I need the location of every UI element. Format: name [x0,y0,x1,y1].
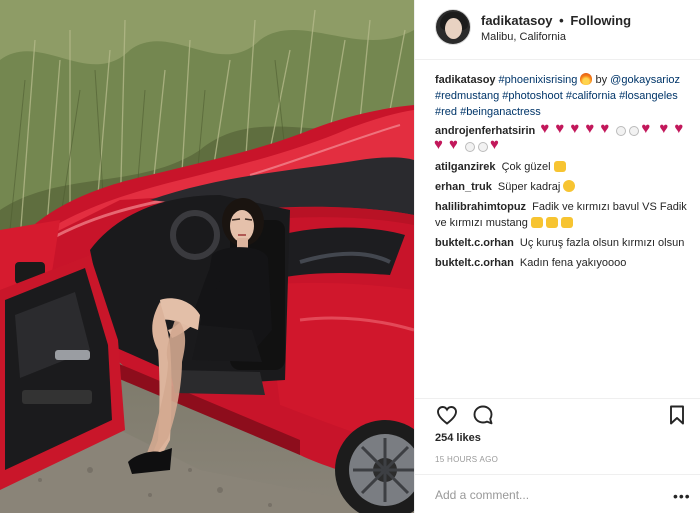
comment-text: Uç kuruş fazla olsun kırmızı olsun [519,237,685,249]
comment-item: atilganzirek Çok güzel [435,159,691,175]
heart-emoji-icon [434,137,447,153]
add-comment-bar: ••• [415,474,700,513]
separator-dot: • [559,13,564,28]
header-user-line: fadikatasoy • Following [481,13,631,28]
comments-list: fadikatasoy #phoenixisrising by @gokaysar… [434,72,691,275]
comment-item: erhan_truk Süper kadraj [435,179,691,195]
comment-username[interactable]: buktelt.c.orhan [435,237,514,249]
heart-emoji-icon [555,121,568,137]
heart-emoji-icon [600,121,613,137]
comment-username[interactable]: atilganzirek [435,161,496,173]
grey-emoji-icon [465,142,475,152]
comment-item: buktelt.c.orhan Uç kuruş fazla olsun kır… [435,235,691,251]
comment-username[interactable]: buktelt.c.orhan [435,257,514,269]
post-timestamp: 15 HOURS AGO [435,455,499,464]
speech-bubble-icon [473,405,493,425]
thumbs-up-emoji-icon [553,161,566,172]
hashtag-link[interactable]: #phoenixisrising [499,74,578,86]
add-comment-input[interactable] [435,487,655,503]
comment-button[interactable] [471,403,495,427]
heart-emoji-icon [570,121,583,137]
caption: fadikatasoy #phoenixisrising by @gokaysar… [435,72,691,120]
bookmark-icon [670,405,684,425]
comment-text: Süper kadraj [497,181,561,193]
location-link[interactable]: Malibu, California [481,31,566,43]
grey-emoji-icon [478,142,488,152]
post-photo[interactable] [0,0,414,513]
comment-text: Kadın fena yakıyoooo [519,257,627,269]
heart-emoji-icon [641,121,654,137]
thumbs-up-emoji-icon [530,217,543,228]
heart-emoji-icon [585,121,598,137]
header-username[interactable]: fadikatasoy [481,13,553,28]
heart-emoji-icon [674,121,687,137]
comment-text: Çok güzel [501,161,551,173]
thumbs-up-emoji-icon [560,217,573,228]
grey-emoji-icon [616,126,627,136]
action-bar [415,398,700,428]
ok-hand-emoji-icon [563,180,576,192]
caption-by: by [595,74,608,86]
comment-item: buktelt.c.orhan Kadın fena yakıyoooo [435,255,691,271]
comment-username[interactable]: erhan_truk [435,181,492,193]
caption-username[interactable]: fadikatasoy [435,74,496,86]
like-button[interactable] [435,403,459,427]
grey-emoji-icon [629,126,640,136]
hashtags-link[interactable]: #redmustang #photoshoot #california #los… [435,90,678,118]
post-details-panel: fadikatasoy • Following Malibu, Californ… [414,0,700,513]
fire-emoji-icon [580,73,593,85]
heart-emoji-icon [490,137,503,153]
save-button[interactable] [665,403,689,427]
red-mustang-photo [0,0,414,513]
heart-outline-icon [437,406,457,425]
follow-status-button[interactable]: Following [570,13,631,28]
post-header: fadikatasoy • Following Malibu, Californ… [415,0,700,60]
avatar[interactable] [435,9,471,45]
comment-item: halilibrahimtopuz Fadik ve kırmızı bavul… [435,199,691,231]
mention-link[interactable]: @gokaysarioz [610,74,680,86]
heart-emoji-icon [540,121,553,137]
likes-count[interactable]: 254 likes [435,432,481,444]
comment-item: androjenferhatsirin [434,121,691,155]
thumbs-up-emoji-icon [545,217,558,228]
heart-emoji-icon [449,137,462,153]
more-options-button[interactable]: ••• [673,488,691,504]
comment-username[interactable]: halilibrahimtopuz [435,201,526,213]
heart-emoji-icon [659,121,672,137]
